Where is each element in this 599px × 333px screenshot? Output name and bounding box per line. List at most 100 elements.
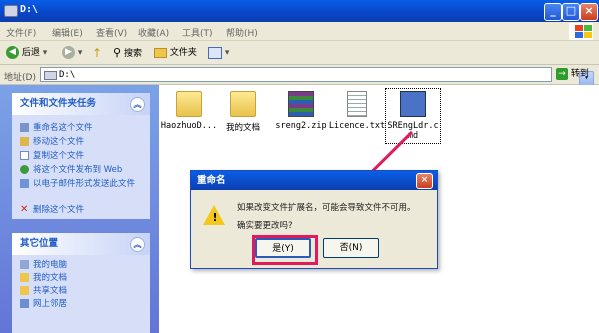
rename-icon: [20, 123, 29, 132]
copy-icon: [20, 151, 29, 160]
task-rename[interactable]: 重命名这个文件: [20, 123, 93, 133]
file-name: HaozhuoD...: [160, 121, 218, 131]
folder-icon: [230, 91, 256, 117]
other-places-header[interactable]: 其它位置 ︽: [12, 233, 150, 255]
move-icon: [20, 137, 29, 146]
back-button[interactable]: ◀ 后退 ▾: [6, 45, 47, 61]
up-folder-icon[interactable]: ↑: [92, 45, 102, 61]
file-tasks-title: 文件和文件夹任务: [20, 98, 97, 109]
chevron-down-icon: ▾: [77, 48, 83, 58]
place-shared-documents[interactable]: 共享文档: [20, 286, 67, 296]
search-icon: ⚲: [113, 46, 122, 59]
window-title: D:\: [20, 4, 39, 15]
file-item-selected[interactable]: SREngLdr.cmd: [385, 88, 441, 144]
task-label: 以电子邮件形式发送此文件: [33, 179, 136, 189]
no-button[interactable]: 否(N): [323, 238, 379, 258]
address-label: 地址(D): [4, 73, 36, 83]
folders-label: 文件夹: [169, 48, 197, 58]
highlight-box: [252, 235, 318, 265]
maximize-button[interactable]: □: [562, 3, 580, 21]
minimize-button[interactable]: _: [544, 3, 562, 21]
dialog-close-button[interactable]: ×: [416, 173, 433, 189]
place-label: 网上邻居: [33, 299, 68, 309]
place-label: 共享文档: [33, 286, 68, 296]
place-my-documents[interactable]: 我的文档: [20, 273, 67, 283]
place-my-computer[interactable]: 我的电脑: [20, 260, 67, 270]
network-icon: [20, 299, 29, 308]
other-places-title: 其它位置: [20, 238, 59, 249]
dialog-titlebar[interactable]: 重命名 ×: [191, 171, 437, 190]
views-button[interactable]: ▾: [208, 45, 229, 61]
chevron-down-icon: ▾: [224, 48, 230, 58]
address-input[interactable]: D:\ ▾: [40, 67, 594, 86]
file-item[interactable]: Licence.txt: [327, 91, 387, 131]
task-move[interactable]: 移动这个文件: [20, 137, 84, 147]
place-label: 我的电脑: [33, 260, 68, 270]
email-icon: [20, 179, 29, 188]
file-name: 我的文档: [225, 123, 260, 133]
window-titlebar[interactable]: D:\ _ □ ×: [0, 0, 599, 22]
task-email[interactable]: 以电子邮件形式发送此文件: [20, 179, 138, 189]
back-arrow-icon: ◀: [6, 46, 19, 59]
collapse-icon[interactable]: ︽: [130, 237, 145, 252]
search-label: 搜索: [123, 49, 142, 59]
go-button[interactable]: → 转到: [556, 67, 596, 82]
menu-view[interactable]: 查看(V): [96, 26, 127, 39]
place-label: 我的文档: [33, 273, 68, 283]
folder-icon: [20, 286, 29, 295]
file-tasks-panel: 文件和文件夹任务 ︽ 重命名这个文件 移动这个文件 复制这个文件 将这个文件发布…: [12, 93, 150, 219]
task-copy[interactable]: 复制这个文件: [20, 151, 84, 161]
file-item[interactable]: sreng2.zip: [271, 91, 331, 131]
delete-icon: ✕: [20, 204, 29, 215]
file-tasks-header[interactable]: 文件和文件夹任务 ︽: [12, 93, 150, 115]
dialog-title: 重命名: [197, 175, 226, 186]
file-name: SREngLdr.cmd: [387, 121, 439, 141]
drive-icon: [4, 5, 18, 17]
folder-icon: [154, 47, 167, 58]
close-button[interactable]: ×: [580, 3, 598, 21]
collapse-icon[interactable]: ︽: [130, 97, 145, 112]
toolbar: ◀ 后退 ▾ ▶ ▾ ↑ ⚲ 搜索 文件夹 ▾: [0, 41, 599, 65]
other-places-panel: 其它位置 ︽ 我的电脑 我的文档 共享文档 网上邻居: [12, 233, 150, 333]
search-button[interactable]: ⚲ 搜索: [113, 45, 142, 61]
file-name: sreng2.zip: [275, 121, 327, 131]
task-label: 复制这个文件: [33, 151, 85, 161]
go-label: 转到: [570, 69, 589, 79]
dialog-message: 如果改变文件扩展名，可能会导致文件不可用。: [237, 203, 416, 213]
forward-button[interactable]: ▶ ▾: [62, 45, 82, 61]
warning-mark: !: [212, 211, 218, 224]
file-item[interactable]: 我的文档: [213, 91, 273, 133]
file-name: Licence.txt: [328, 121, 386, 131]
windows-logo-icon: [569, 23, 593, 40]
folder-icon: [176, 91, 202, 117]
task-publish-web[interactable]: 将这个文件发布到 Web: [20, 165, 122, 175]
task-pane: 文件和文件夹任务 ︽ 重命名这个文件 移动这个文件 复制这个文件 将这个文件发布…: [0, 85, 159, 333]
menu-tools[interactable]: 工具(T): [182, 26, 213, 39]
menu-file[interactable]: 文件(F): [6, 26, 36, 39]
place-network[interactable]: 网上邻居: [20, 299, 67, 309]
menu-edit[interactable]: 编辑(E): [52, 26, 83, 39]
folders-button[interactable]: 文件夹: [154, 45, 197, 61]
chevron-down-icon: ▾: [42, 48, 48, 58]
cmd-file-icon: [400, 91, 426, 117]
menu-favorites[interactable]: 收藏(A): [138, 26, 169, 39]
file-item[interactable]: HaozhuoD...: [159, 91, 219, 131]
archive-icon: [288, 91, 314, 117]
back-label: 后退: [21, 48, 40, 58]
text-file-icon: [347, 91, 367, 117]
folder-icon: [20, 273, 29, 282]
menu-bar: 文件(F) 编辑(E) 查看(V) 收藏(A) 工具(T) 帮助(H): [0, 22, 599, 41]
globe-icon: [20, 165, 29, 174]
go-arrow-icon: →: [556, 67, 568, 80]
address-value: D:\: [59, 70, 76, 80]
drive-icon: [44, 71, 57, 80]
dialog-question: 确实要更改吗?: [237, 221, 293, 231]
task-label: 删除这个文件: [33, 205, 85, 215]
menu-help[interactable]: 帮助(H): [226, 26, 258, 39]
task-label: 移动这个文件: [33, 137, 85, 147]
task-label: 将这个文件发布到 Web: [33, 165, 123, 175]
computer-icon: [20, 260, 29, 269]
views-icon: [208, 46, 222, 59]
task-delete[interactable]: ✕ 删除这个文件: [20, 204, 85, 216]
forward-arrow-icon: ▶: [62, 46, 75, 59]
